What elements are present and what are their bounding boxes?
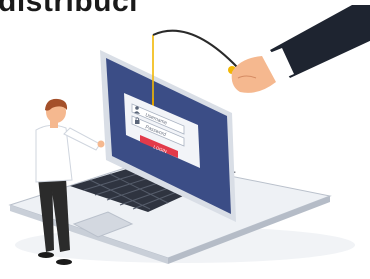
- person-hand: [97, 140, 105, 148]
- person-arm: [63, 127, 101, 151]
- scene: Username Password LOGIN: [8, 5, 370, 265]
- shoe-left: [38, 252, 54, 258]
- hacker-arm: [152, 5, 370, 93]
- shoe-right: [56, 259, 72, 265]
- phishing-illustration: distribuci Username Password LOGIN: [0, 0, 370, 279]
- fishing-rod: [152, 29, 239, 69]
